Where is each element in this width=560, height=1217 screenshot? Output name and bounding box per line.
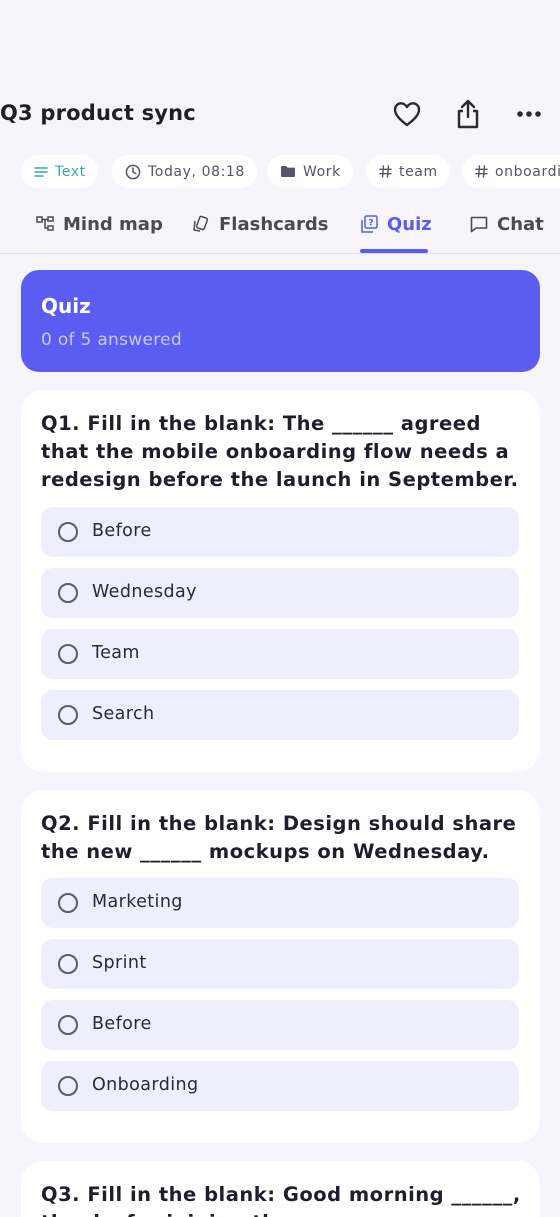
question-text: Q1. Fill in the blank: The ______ agreed… bbox=[41, 412, 519, 491]
option-label: Search bbox=[92, 704, 155, 724]
radio-icon[interactable] bbox=[58, 893, 78, 913]
option-label: Onboarding bbox=[92, 1075, 199, 1095]
answer-option[interactable]: Marketing bbox=[41, 878, 519, 928]
tab-label: Mind map bbox=[63, 213, 163, 235]
mindmap-icon bbox=[36, 216, 54, 231]
question-card: Q1. Fill in the blank: The ______ agreed… bbox=[21, 390, 540, 772]
radio-icon[interactable] bbox=[58, 1015, 78, 1035]
radio-icon[interactable] bbox=[58, 583, 78, 603]
chip-label: Today, 08:18 bbox=[148, 163, 245, 180]
radio-icon[interactable] bbox=[58, 954, 78, 974]
lines-icon bbox=[34, 166, 48, 177]
header: Q3 product sync Text Today, 08:18 Work t… bbox=[0, 0, 560, 254]
answer-option[interactable]: Onboarding bbox=[41, 1061, 519, 1111]
option-label: Sprint bbox=[92, 953, 147, 973]
answer-option[interactable]: Before bbox=[41, 507, 519, 557]
question-text: Q2. Fill in the blank: Design should sha… bbox=[41, 812, 517, 863]
quiz-banner: Quiz 0 of 5 answered bbox=[21, 270, 540, 372]
chip-label: onboarding bbox=[495, 163, 560, 180]
chip-date[interactable]: Today, 08:18 bbox=[112, 155, 257, 188]
question-text: Q3. Fill in the blank: Good morning ____… bbox=[41, 1183, 521, 1217]
share-icon[interactable] bbox=[451, 97, 485, 131]
option-label: Before bbox=[92, 521, 152, 541]
quiz-title: Quiz bbox=[41, 294, 91, 318]
radio-icon[interactable] bbox=[58, 1076, 78, 1096]
tab-chat[interactable]: Chat bbox=[470, 212, 544, 236]
more-icon[interactable] bbox=[512, 97, 546, 131]
tab-flashcards[interactable]: Flashcards bbox=[192, 212, 328, 236]
radio-icon[interactable] bbox=[58, 705, 78, 725]
tab-label: Chat bbox=[497, 213, 544, 235]
quiz-progress: 0 of 5 answered bbox=[41, 330, 183, 350]
chip-tag-team[interactable]: team bbox=[366, 155, 450, 188]
option-label: Before bbox=[92, 1014, 152, 1034]
tab-mind-map[interactable]: Mind map bbox=[36, 212, 163, 236]
tag-chips: Text Today, 08:18 Work team onboarding bbox=[0, 155, 560, 189]
chip-type[interactable]: Text bbox=[21, 155, 98, 188]
answer-option[interactable]: Before bbox=[41, 1000, 519, 1050]
chip-label: team bbox=[399, 163, 438, 180]
chip-label: Text bbox=[55, 163, 86, 180]
chip-label: Work bbox=[303, 163, 341, 180]
answer-option[interactable]: Team bbox=[41, 629, 519, 679]
page-title: Q3 product sync bbox=[0, 101, 196, 125]
tab-label: Flashcards bbox=[219, 213, 329, 235]
question-card: Q2. Fill in the blank: Design should sha… bbox=[21, 790, 540, 1143]
svg-text:?: ? bbox=[368, 219, 373, 229]
heart-icon[interactable] bbox=[390, 97, 424, 131]
tab-bar: Mind map Flashcards ? Quiz Chat bbox=[0, 200, 560, 254]
chip-folder[interactable]: Work bbox=[267, 155, 353, 188]
option-label: Team bbox=[92, 643, 140, 663]
clock-icon bbox=[125, 164, 141, 179]
chip-tag-onboarding[interactable]: onboarding bbox=[462, 155, 560, 188]
tab-quiz[interactable]: ? Quiz bbox=[360, 212, 432, 236]
folder-icon bbox=[281, 166, 295, 177]
radio-icon[interactable] bbox=[58, 522, 78, 542]
chat-icon bbox=[470, 216, 488, 232]
option-label: Wednesday bbox=[92, 582, 197, 602]
active-tab-indicator bbox=[360, 249, 428, 253]
answer-option[interactable]: Search bbox=[41, 690, 519, 740]
flashcards-icon bbox=[193, 215, 209, 232]
tab-label: Quiz bbox=[387, 213, 432, 235]
answer-option[interactable]: Wednesday bbox=[41, 568, 519, 618]
question-card: Q3. Fill in the blank: Good morning ____… bbox=[21, 1161, 540, 1217]
quiz-icon: ? bbox=[361, 215, 378, 233]
answer-option[interactable]: Sprint bbox=[41, 939, 519, 989]
option-label: Marketing bbox=[92, 892, 183, 912]
hash-icon bbox=[475, 165, 488, 178]
hash-icon bbox=[379, 165, 392, 178]
radio-icon[interactable] bbox=[58, 644, 78, 664]
